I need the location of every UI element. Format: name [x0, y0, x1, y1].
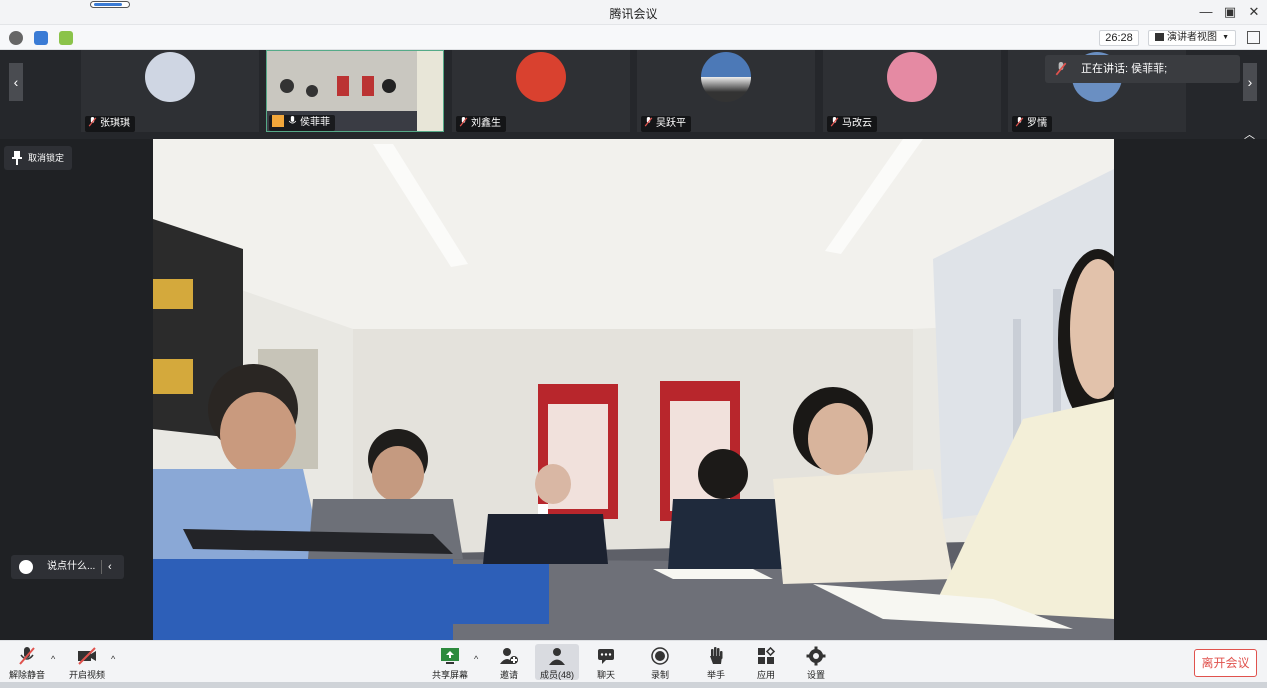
speaking-text: 正在讲话: 侯菲菲;	[1081, 63, 1168, 75]
settings-button[interactable]: 设置	[802, 644, 830, 680]
hand-icon	[710, 647, 723, 664]
taskbar-edge	[0, 682, 1267, 688]
mic-muted-icon	[19, 647, 35, 665]
next-page-icon[interactable]: ›	[1243, 63, 1257, 101]
share-screen-label: 共享屏幕	[431, 670, 468, 680]
participant-name: 马改云	[827, 116, 877, 132]
participant-tile[interactable]: 张琪琪	[81, 50, 259, 132]
title-bar: 腾讯会议 — ▣ ✕	[0, 0, 1267, 25]
add-user-icon	[500, 648, 518, 664]
invite-button[interactable]: 邀请	[493, 644, 525, 680]
chat-input[interactable]: 说点什么... ‹	[11, 555, 124, 579]
restore-icon[interactable]: ▣	[1221, 3, 1239, 21]
avatar	[701, 52, 751, 102]
camera-off-icon	[78, 647, 96, 665]
shield-icon[interactable]	[34, 31, 48, 45]
collapse-strip-icon[interactable]: ︿	[1244, 126, 1255, 142]
bottom-toolbar: 解除静音 ^ 开启视频 ^ 共享屏幕 ^ 邀请 成员(48) 聊天 录制 举手 …	[0, 640, 1267, 682]
participant-tile[interactable]: 刘鑫生	[452, 50, 630, 132]
participant-name: 刘鑫生	[456, 116, 506, 132]
chevron-up-icon[interactable]: ^	[474, 654, 478, 664]
record-button[interactable]: 录制	[646, 644, 674, 680]
participant-name: 张琪琪	[85, 116, 135, 132]
chat-icon	[598, 649, 614, 664]
apps-label: 应用	[756, 670, 775, 680]
chat-placeholder: 说点什么...	[47, 561, 96, 572]
start-video-label: 开启视频	[68, 670, 105, 680]
chat-button[interactable]: 聊天	[592, 644, 620, 680]
unmute-label: 解除静音	[8, 670, 45, 680]
participant-name: 侯菲菲	[269, 115, 335, 131]
view-mode-button[interactable]: 演讲者视图 ▼	[1148, 30, 1236, 46]
share-screen-icon	[441, 648, 459, 664]
raise-hand-button[interactable]: 举手	[702, 644, 730, 680]
status-bar: 26:28 演讲者视图 ▼	[0, 25, 1267, 50]
members-button[interactable]: 成员(48)	[535, 644, 579, 680]
minimize-icon[interactable]: —	[1197, 3, 1215, 21]
invite-label: 邀请	[499, 670, 518, 680]
record-label: 录制	[650, 670, 669, 680]
avatar	[887, 52, 937, 102]
record-icon	[651, 647, 669, 665]
info-icon[interactable]	[9, 31, 23, 45]
chevron-up-icon[interactable]: ^	[51, 654, 55, 664]
avatar	[516, 52, 566, 102]
emoji-icon[interactable]	[19, 560, 33, 574]
participant-tile[interactable]: 侯菲菲	[266, 50, 444, 132]
apps-icon	[758, 646, 776, 664]
share-screen-button[interactable]: 共享屏幕	[430, 644, 470, 680]
mic-muted-icon	[1055, 62, 1067, 76]
speaking-indicator: 正在讲话: 侯菲菲;	[1045, 55, 1240, 83]
start-video-button[interactable]: 开启视频	[66, 644, 108, 680]
members-label: 成员(48)	[539, 670, 574, 680]
main-video[interactable]	[153, 139, 1114, 640]
view-mode-label: 演讲者视图	[1167, 32, 1217, 43]
unlock-label: 取消锁定	[28, 153, 65, 163]
participant-strip: ‹ 张琪琪 侯菲菲 刘鑫生 吴跃平 马改云 罗懦 正在讲话: 侯菲菲; ›	[0, 50, 1267, 139]
chevron-down-icon: ▼	[1222, 34, 1229, 41]
participant-name: 罗懦	[1012, 116, 1052, 132]
close-icon[interactable]: ✕	[1245, 3, 1263, 21]
unmute-button[interactable]: 解除静音	[7, 644, 47, 680]
participant-tile[interactable]: 吴跃平	[637, 50, 815, 132]
fullscreen-icon[interactable]	[1247, 31, 1260, 44]
video-frame	[153, 139, 1114, 640]
signal-icon[interactable]	[59, 31, 73, 45]
pin-icon	[12, 151, 22, 165]
avatar	[145, 52, 195, 102]
members-icon	[549, 648, 565, 665]
meeting-timer: 26:28	[1099, 30, 1139, 46]
settings-label: 设置	[806, 670, 825, 680]
raise-hand-label: 举手	[706, 670, 725, 680]
participant-tile[interactable]: 马改云	[823, 50, 1001, 132]
apps-button[interactable]: 应用	[752, 644, 780, 680]
chat-label: 聊天	[596, 670, 615, 680]
gear-icon	[806, 646, 826, 666]
chevron-left-icon[interactable]: ‹	[108, 555, 112, 579]
layout-icon	[1155, 33, 1164, 41]
window-title: 腾讯会议	[609, 7, 658, 21]
leave-meeting-button[interactable]: 离开会议	[1194, 649, 1257, 677]
unlock-button[interactable]: 取消锁定	[4, 146, 72, 170]
chevron-up-icon[interactable]: ^	[111, 654, 115, 664]
prev-page-icon[interactable]: ‹	[9, 63, 23, 101]
participant-name: 吴跃平	[641, 116, 691, 132]
divider	[101, 560, 102, 574]
host-icon	[272, 115, 284, 127]
